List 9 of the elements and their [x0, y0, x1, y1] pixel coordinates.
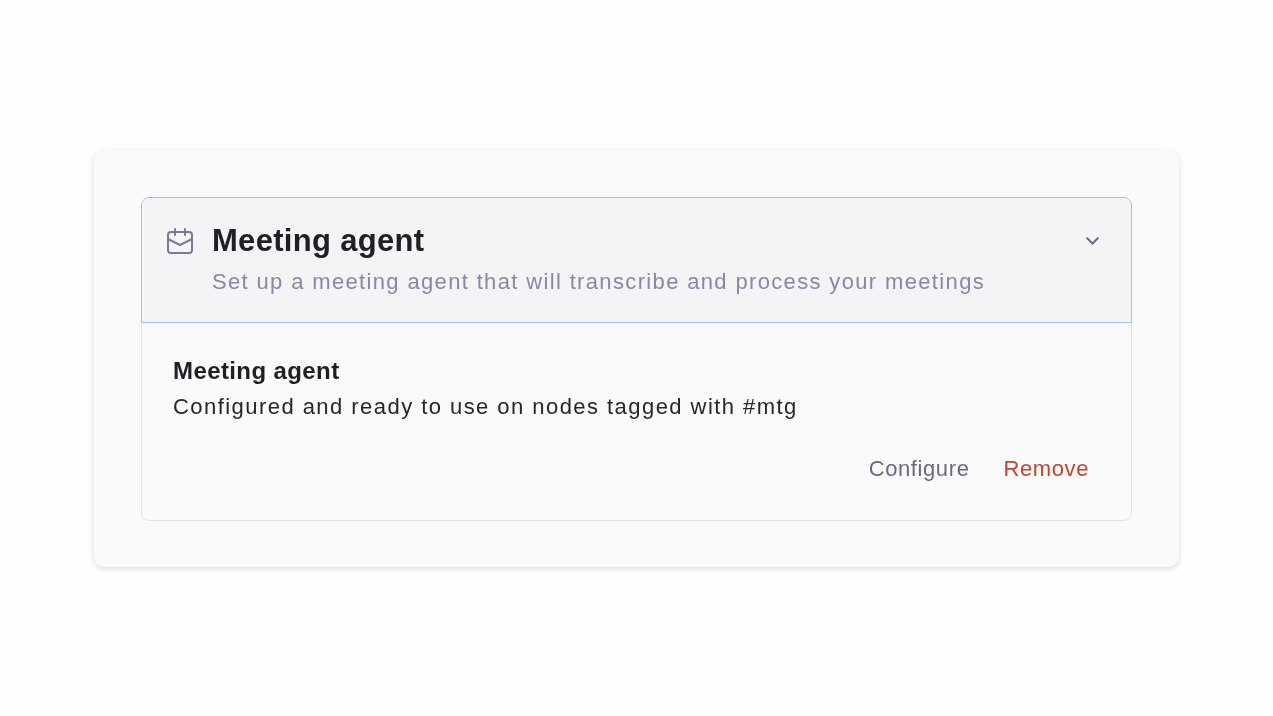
- chevron-down-icon[interactable]: [1086, 237, 1099, 245]
- agent-name: Meeting agent: [173, 356, 340, 386]
- remove-button[interactable]: Remove: [1003, 454, 1089, 484]
- calendar-icon: [167, 228, 193, 254]
- agent-status: Configured and ready to use on nodes tagged with #mtg: [173, 393, 798, 421]
- section-subtitle: Set up a meeting agent that will transcribe and process your meetings: [212, 268, 986, 296]
- configure-button[interactable]: Configure: [868, 454, 970, 484]
- accordion-header[interactable]: Meeting agent Set up a meeting agent that will transcribe and process your meetings: [141, 197, 1132, 323]
- section-title: Meeting agent: [212, 225, 425, 257]
